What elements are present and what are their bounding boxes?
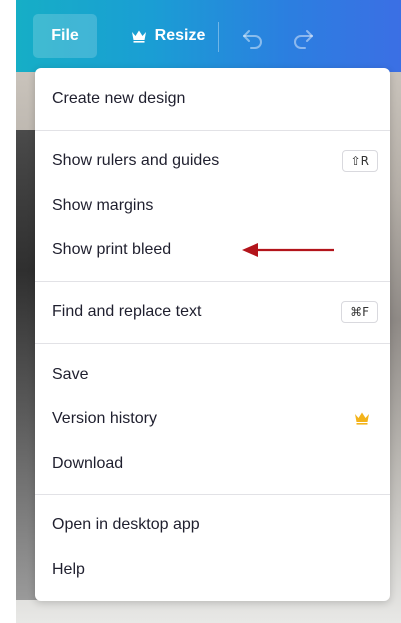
menu-item-label: Save: [52, 366, 89, 383]
menu-item-save[interactable]: Save: [35, 353, 390, 397]
file-button-label: File: [51, 27, 79, 44]
menu-item-show-print-bleed[interactable]: Show print bleed: [35, 228, 390, 272]
resize-button[interactable]: Resize: [116, 14, 220, 58]
menu-item-create-new-design[interactable]: Create new design: [35, 77, 390, 121]
crown-icon: [354, 411, 370, 425]
menu-separator: [35, 494, 390, 495]
shortcut-badge: ⇧R: [341, 150, 378, 172]
menu-item-label: Show margins: [52, 197, 154, 214]
menu-item-label: Create new design: [52, 90, 186, 107]
menu-item-show-rulers[interactable]: Show rulers and guides ⇧R: [35, 139, 390, 183]
menu-separator: [35, 130, 390, 131]
menu-item-download[interactable]: Download: [35, 442, 390, 486]
menu-item-label: Version history: [52, 410, 157, 427]
menu-item-open-desktop-app[interactable]: Open in desktop app: [35, 503, 390, 547]
menu-item-find-replace[interactable]: Find and replace text ⌘F: [35, 290, 390, 334]
resize-button-label: Resize: [154, 27, 206, 44]
crown-icon: [131, 29, 147, 43]
menu-item-version-history[interactable]: Version history: [35, 397, 390, 441]
menu-item-label: Help: [52, 561, 85, 578]
undo-icon[interactable]: [240, 24, 266, 50]
menu-item-label: Download: [52, 455, 124, 472]
annotation-arrow-icon: [242, 242, 336, 258]
menu-item-label: Open in desktop app: [52, 516, 200, 533]
menu-item-label: Find and replace text: [52, 303, 202, 320]
menu-item-label: Show rulers and guides: [52, 152, 220, 169]
menu-item-label: Show print bleed: [52, 241, 172, 258]
file-dropdown-menu: Create new design Show rulers and guides…: [35, 68, 390, 601]
menu-item-help[interactable]: Help: [35, 548, 390, 592]
menu-item-show-margins[interactable]: Show margins: [35, 184, 390, 228]
editor-toolbar: File Resize: [16, 0, 401, 72]
menu-separator: [35, 343, 390, 344]
shortcut-badge: ⌘F: [341, 301, 378, 323]
menu-separator: [35, 281, 390, 282]
file-menu-button[interactable]: File: [33, 14, 97, 58]
redo-icon[interactable]: [290, 24, 316, 50]
toolbar-divider: [218, 22, 219, 52]
